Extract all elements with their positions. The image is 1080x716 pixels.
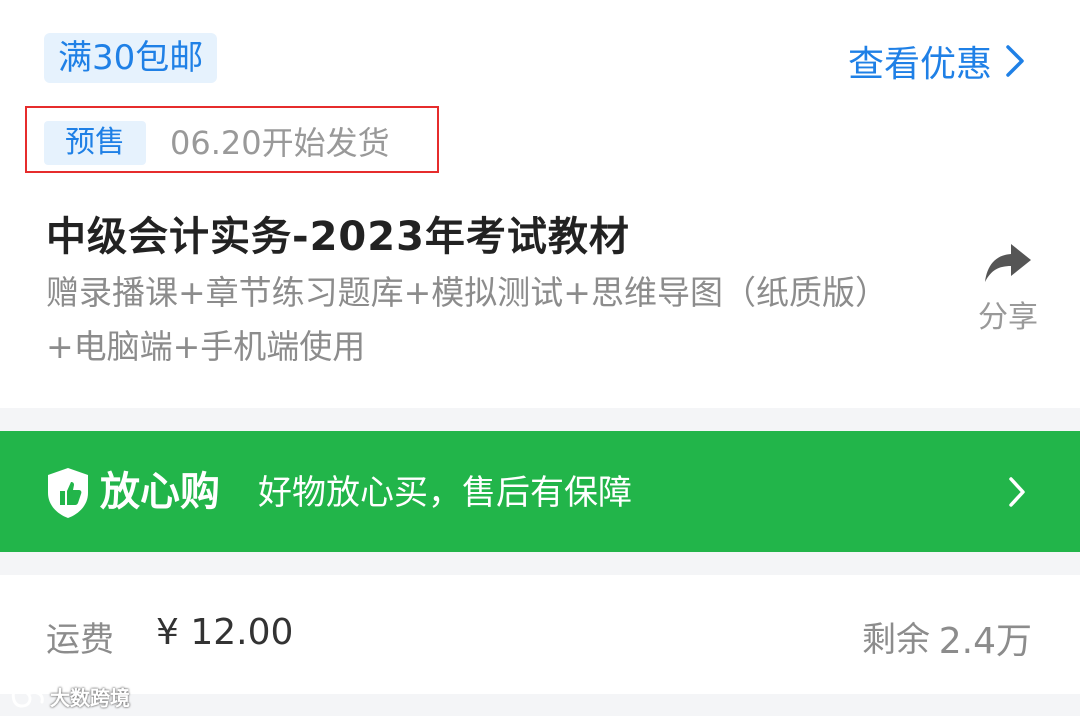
view-offers-label: 查看优惠 [847,44,992,85]
free-shipping-badge: 满30包邮 [44,33,218,83]
stock-value: 2.4万 [938,621,1032,662]
watermark-text: 大数跨境 [50,686,130,710]
chevron-right-icon [1006,45,1024,77]
product-subtitle: 赠录播课+章节练习题库+模拟测试+思维导图（纸质版）+电脑端+手机端使用 [46,273,888,366]
share-arrow-icon [985,244,1031,282]
section-divider [0,408,1080,431]
shipping-fee-value: ¥ 12.00 [156,612,294,653]
shield-thumbs-up-icon [48,468,88,518]
shipping-fee-label: 运费 [46,620,114,660]
assurance-banner[interactable]: 放心购 好物放心买，售后有保障 [0,431,1080,552]
share-label: 分享 [978,300,1038,335]
watermark-logo-icon [11,686,44,708]
stock-label: 剩余 [862,620,930,660]
share-button[interactable]: 分享 [968,242,1048,342]
watermark: 大数跨境 [10,682,130,711]
assurance-title: 放心购 [100,469,220,515]
chevron-right-icon [1009,477,1025,507]
product-title: 中级会计实务-2023年考试教材 [46,214,630,260]
presale-badge: 预售 [44,121,146,165]
section-divider [0,694,1080,716]
view-offers-link[interactable]: 查看优惠 [848,36,1028,86]
presale-ship-date: 06.20开始发货 [170,124,390,162]
section-divider [0,552,1080,575]
assurance-description: 好物放心买，售后有保障 [258,473,632,513]
